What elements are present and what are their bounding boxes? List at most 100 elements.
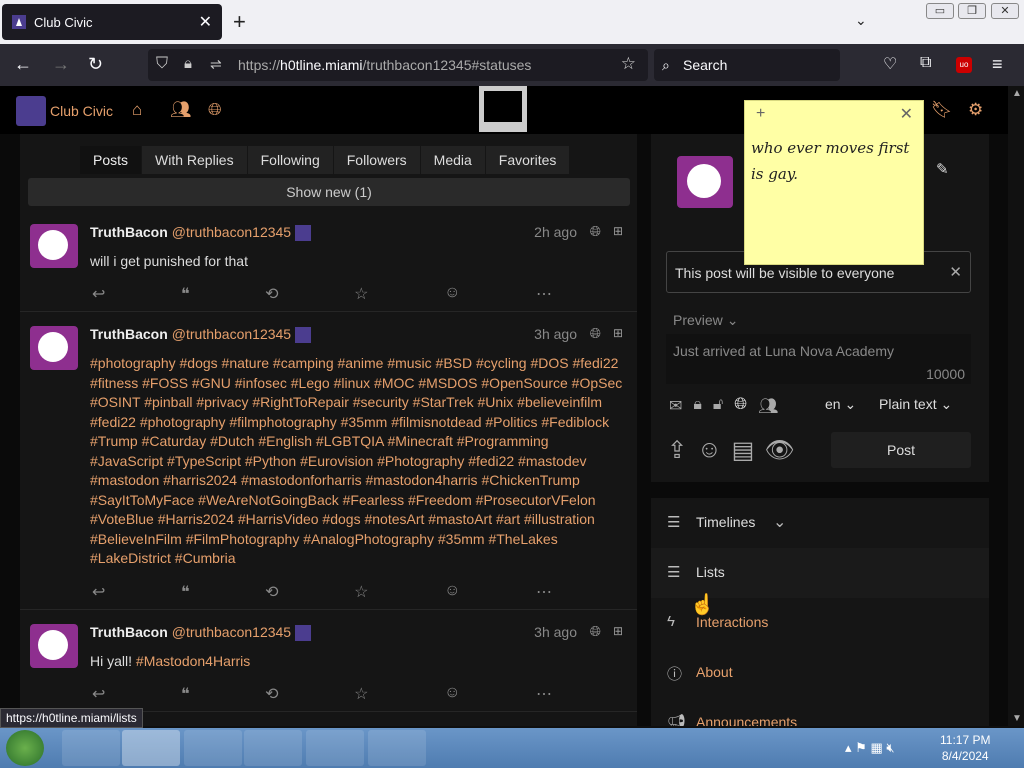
quote-icon[interactable]: ❝ (181, 582, 190, 602)
tab-with-replies[interactable]: With Replies (142, 146, 247, 174)
more-options-icon[interactable]: ⋯ (536, 284, 552, 304)
action-center-flag-icon[interactable]: ⚑ (855, 740, 867, 755)
format-select[interactable]: Plain text ⌄ (879, 396, 952, 413)
author-name[interactable]: TruthBacon (90, 224, 168, 240)
globe-icon[interactable]: 🌐︎ (208, 100, 222, 120)
lock-icon[interactable]: 🔒︎ (184, 55, 192, 72)
tracking-shield-icon[interactable]: ⛉ (156, 55, 168, 73)
permissions-icon[interactable]: ⇌ (210, 56, 222, 73)
emoji-reaction-icon[interactable]: ☺ (444, 582, 460, 602)
volume-muted-icon[interactable]: 🔇︎ (886, 740, 894, 755)
instance-logo-icon[interactable] (479, 86, 527, 132)
menu-icon[interactable]: ≡ (992, 54, 1003, 75)
reload-icon[interactable]: ↻ (88, 54, 103, 75)
bookmark-star-icon[interactable]: ☆ (621, 54, 636, 74)
tab-posts[interactable]: Posts (80, 146, 142, 174)
hashtag-link[interactable]: #Mastodon4Harris (136, 653, 250, 669)
emoji-icon[interactable]: ☺ (697, 436, 722, 465)
start-button[interactable] (6, 730, 44, 766)
network-icon[interactable]: ▦ (870, 740, 882, 755)
avatar[interactable] (30, 224, 78, 268)
new-tab-icon[interactable]: + (233, 9, 246, 35)
tab-favorites[interactable]: Favorites (485, 146, 570, 174)
close-note-icon[interactable]: ✕ (900, 104, 913, 124)
expand-icon[interactable]: ⊞ (613, 624, 623, 638)
scroll-down-icon[interactable]: ▼ (1012, 713, 1022, 724)
sticky-note[interactable]: + ✕ who ever moves first is gay. (744, 100, 924, 265)
back-icon[interactable]: ← (14, 54, 32, 75)
browser-tab[interactable]: Club Civic ✕ (2, 4, 222, 40)
post-button[interactable]: Post (831, 432, 971, 468)
scroll-up-icon[interactable]: ▲ (1012, 88, 1022, 99)
add-note-icon[interactable]: + (756, 105, 765, 123)
repeat-icon[interactable]: ⟲ (265, 284, 278, 304)
upload-icon[interactable]: ⇪ (667, 436, 687, 465)
author-handle[interactable]: @truthbacon12345 (172, 224, 291, 240)
repeat-icon[interactable]: ⟲ (265, 684, 278, 704)
poll-icon[interactable]: ▤ (732, 436, 755, 465)
url-text[interactable]: https://h0tline.miami/truthbacon12345#st… (238, 57, 531, 73)
sticky-note-text[interactable]: who ever moves first is gay. (751, 135, 919, 187)
firefox-icon[interactable] (122, 730, 180, 766)
file-explorer-icon[interactable] (184, 730, 242, 766)
users-icon[interactable]: 👥︎ (170, 100, 192, 120)
page-scrollbar[interactable]: ▲ ▼ (1008, 86, 1024, 726)
unlisted-scope-unlock-icon[interactable]: 🔓︎ (713, 396, 723, 416)
chevron-down-icon[interactable]: ⌄ (773, 512, 786, 532)
more-options-icon[interactable]: ⋯ (536, 582, 552, 602)
tab-followers[interactable]: Followers (333, 146, 420, 174)
more-options-icon[interactable]: ⋯ (536, 684, 552, 704)
status-time[interactable]: 2h ago (534, 224, 577, 240)
url-bar[interactable]: ⛉ 🔒︎ ⇌ https://h0tline.miami/truthbacon1… (148, 49, 648, 81)
language-select[interactable]: en ⌄ (825, 396, 856, 413)
preview-toggle[interactable]: Preview ⌄ (673, 312, 738, 329)
quote-icon[interactable]: ❝ (181, 284, 190, 304)
settings-gear-icon[interactable]: ⚙ (968, 100, 983, 120)
emoji-reaction-icon[interactable]: ☺ (444, 284, 460, 304)
quote-icon[interactable]: ❝ (181, 684, 190, 704)
avatar[interactable] (30, 326, 78, 370)
expand-icon[interactable]: ⊞ (613, 326, 623, 340)
repeat-icon[interactable]: ⟲ (265, 582, 278, 602)
user-avatar[interactable] (677, 156, 733, 208)
show-hidden-icons-icon[interactable]: ▴ (845, 740, 852, 755)
sidebar-item-announcements[interactable]: 📢︎ Announcements (651, 698, 989, 726)
sidebar-item-about[interactable]: ⓘ About (651, 648, 989, 698)
internet-explorer-icon[interactable] (62, 730, 120, 766)
ublock-icon[interactable]: uo (956, 57, 972, 73)
pocket-icon[interactable]: ♡ (883, 54, 897, 74)
status-text[interactable]: #photography #dogs #nature #camping #ani… (90, 354, 624, 569)
local-scope-users-icon[interactable]: 👥︎ (758, 396, 778, 416)
forward-icon[interactable]: → (52, 54, 70, 75)
home-icon[interactable]: ⌂ (132, 100, 142, 120)
close-window-icon[interactable]: ✕ (991, 3, 1019, 19)
app-icon[interactable] (306, 730, 364, 766)
favorite-star-icon[interactable]: ☆ (354, 582, 368, 602)
dismiss-notice-icon[interactable]: ✕ (949, 263, 962, 281)
bookmark-icon[interactable]: 🔖︎ (931, 100, 953, 120)
brand[interactable]: Club Civic (16, 96, 113, 126)
favorite-star-icon[interactable]: ☆ (354, 284, 368, 304)
close-tab-icon[interactable]: ✕ (199, 12, 212, 32)
post-textarea[interactable]: Just arrived at Luna Nova Academy 10000 (666, 334, 971, 384)
edit-profile-icon[interactable]: ✎ (936, 160, 949, 178)
avatar[interactable] (30, 624, 78, 668)
extensions-icon[interactable]: ⧉ (920, 54, 931, 72)
tab-media[interactable]: Media (420, 146, 485, 174)
author-name[interactable]: TruthBacon (90, 624, 168, 640)
minimize-icon[interactable]: ▭ (926, 3, 954, 19)
tab-following[interactable]: Following (247, 146, 333, 174)
status-time[interactable]: 3h ago (534, 624, 577, 640)
author-handle[interactable]: @truthbacon12345 (172, 326, 291, 342)
expand-icon[interactable]: ⊞ (613, 224, 623, 238)
sidebar-item-lists[interactable]: ☰ Lists (651, 548, 989, 598)
author-handle[interactable]: @truthbacon12345 (172, 624, 291, 640)
favorite-star-icon[interactable]: ☆ (354, 684, 368, 704)
private-scope-lock-icon[interactable]: 🔒︎ (693, 396, 702, 416)
public-scope-globe-icon[interactable]: 🌐︎ (734, 396, 747, 416)
list-all-tabs-icon[interactable]: ⌄ (855, 12, 867, 29)
show-new-button[interactable]: Show new (1) (28, 178, 630, 206)
clock[interactable]: 11:17 PM 8/4/2024 (940, 732, 990, 764)
search-input[interactable]: ⌕ Search (654, 49, 840, 81)
emoji-reaction-icon[interactable]: ☺ (444, 684, 460, 704)
